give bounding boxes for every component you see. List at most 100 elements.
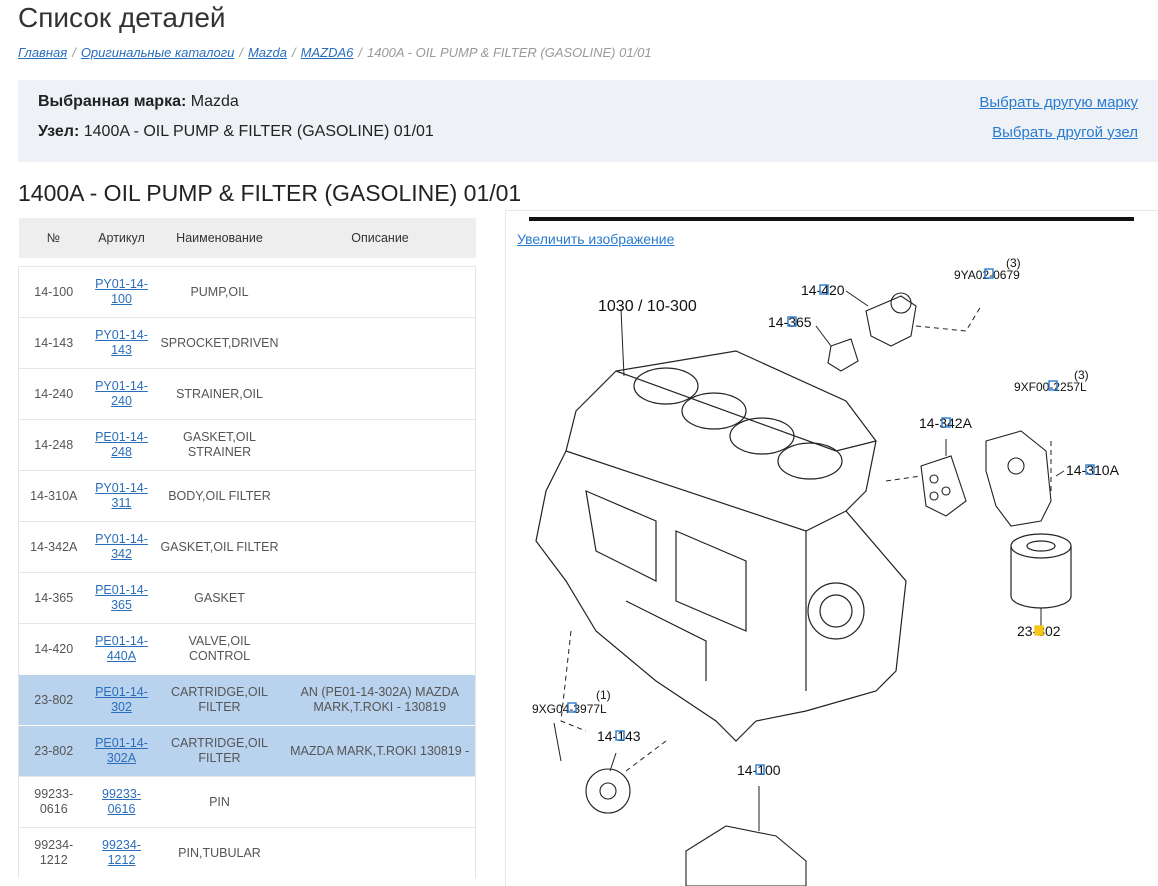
table-row[interactable]: 14-342A PY01-14-342 GASKET,OIL FILTER bbox=[18, 521, 476, 573]
cell-number: 14-420 bbox=[18, 623, 89, 675]
section-title: 1400A - OIL PUMP & FILTER (GASOLINE) 01/… bbox=[18, 180, 522, 206]
callout-9xg-qty: (1) bbox=[596, 688, 611, 702]
table-row[interactable]: 23-802 PE01-14-302 CARTRIDGE,OIL FILTER AN … bbox=[18, 674, 476, 726]
cell-article: PY01-14-311 bbox=[88, 470, 155, 522]
table-row[interactable]: 14-100 PY01-14-100 PUMP,OIL bbox=[18, 266, 476, 318]
cell-name: VALVE,OIL CONTROL bbox=[154, 623, 285, 675]
cell-article: 99234-1212 bbox=[88, 827, 155, 878]
cell-description bbox=[284, 827, 476, 878]
cell-article: PE01-14-248 bbox=[88, 419, 155, 471]
article-link[interactable]: PE01-14-365 bbox=[95, 583, 148, 612]
cell-description bbox=[284, 623, 476, 675]
column-header-name[interactable]: Наименование bbox=[154, 218, 285, 258]
cell-article: PE01-14-365 bbox=[88, 572, 155, 624]
cell-article: PY01-14-342 bbox=[88, 521, 155, 573]
article-link[interactable]: 99234-1212 bbox=[102, 838, 141, 867]
cell-number: 14-310A bbox=[18, 470, 89, 522]
cell-article: PY01-14-240 bbox=[88, 368, 155, 420]
table-row[interactable]: 99233-0616 99233-0616 PIN bbox=[18, 776, 476, 828]
article-link[interactable]: PY01-14-240 bbox=[95, 379, 148, 408]
callout-9ya02-0679[interactable]: 9YA02-0679 bbox=[954, 268, 1020, 282]
callout-block-ref[interactable]: 1030 / 10-300 bbox=[598, 298, 697, 315]
selected-node: Узел: 1400A - OIL PUMP & FILTER (GASOLIN… bbox=[38, 123, 434, 141]
cell-name: SPROCKET,DRIVEN bbox=[154, 317, 285, 369]
change-node-link[interactable]: Выбрать другой узел bbox=[992, 124, 1138, 141]
breadcrumb-separator: / bbox=[292, 45, 296, 60]
cell-article: PY01-14-100 bbox=[88, 266, 155, 318]
article-link[interactable]: 99233-0616 bbox=[102, 787, 141, 816]
cell-description bbox=[284, 266, 476, 318]
selected-brand-value: Mazda bbox=[190, 93, 239, 110]
breadcrumb-link-mazda[interactable]: Mazda bbox=[248, 45, 287, 60]
cell-description bbox=[284, 470, 476, 522]
table-spacer-cell bbox=[19, 258, 476, 267]
parts-diagram-image[interactable]: 1030 / 10-300 14-420 (3) 9YA02-0679 14-3… bbox=[506, 251, 1158, 886]
table-row[interactable]: 14-365 PE01-14-365 GASKET bbox=[18, 572, 476, 624]
selected-brand-label: Выбранная марка: bbox=[38, 93, 187, 110]
table-row[interactable]: 14-420 PE01-14-440A VALVE,OIL CONTROL bbox=[18, 623, 476, 675]
cell-number: 14-342A bbox=[18, 521, 89, 573]
cell-name: GASKET,OIL FILTER bbox=[154, 521, 285, 573]
cell-number: 23-802 bbox=[18, 674, 89, 726]
breadcrumb-link-catalogs[interactable]: Оригинальные каталоги bbox=[81, 45, 235, 60]
column-header-number[interactable]: № bbox=[18, 218, 89, 258]
callout-link-markers bbox=[567, 268, 1095, 775]
engine-block-drawing bbox=[535, 350, 907, 742]
article-link[interactable]: PY01-14-100 bbox=[95, 277, 148, 306]
breadcrumb-separator: / bbox=[72, 45, 76, 60]
table-spacer bbox=[19, 258, 476, 267]
callout-9xg04-3977l[interactable]: 9XG04-3977L bbox=[532, 702, 607, 716]
oil-control-valve-drawing bbox=[865, 292, 917, 347]
cell-name: PIN,TUBULAR bbox=[154, 827, 285, 878]
article-link[interactable]: PY01-14-311 bbox=[95, 481, 148, 510]
parts-diagram-panel: Увеличить изображение 1030 / 10-300 14-4… bbox=[505, 210, 1158, 886]
cell-number: 14-143 bbox=[18, 317, 89, 369]
table-row[interactable]: 14-310A PY01-14-311 BODY,OIL FILTER bbox=[18, 470, 476, 522]
selected-node-value: 1400A - OIL PUMP & FILTER (GASOLINE) 01/… bbox=[83, 123, 434, 140]
cell-article: 99233-0616 bbox=[88, 776, 155, 828]
callout-9xf00-2257l[interactable]: 9XF00-2257L bbox=[1014, 380, 1087, 394]
table-row[interactable]: 14-248 PE01-14-248 GASKET,OIL STRAINER bbox=[18, 419, 476, 471]
cell-description bbox=[284, 419, 476, 471]
zoom-image-link[interactable]: Увеличить изображение bbox=[517, 231, 674, 247]
sprocket-drawing bbox=[585, 768, 631, 814]
oil-filter-cartridge-drawing bbox=[1010, 533, 1072, 609]
table-row[interactable]: 23-802 PE01-14-302A CARTRIDGE,OIL FILTER MA… bbox=[18, 725, 476, 777]
cell-number: 14-248 bbox=[18, 419, 89, 471]
cell-description bbox=[284, 776, 476, 828]
article-link[interactable]: PY01-14-143 bbox=[95, 328, 148, 357]
cell-description bbox=[284, 317, 476, 369]
breadcrumb-link-mazda6[interactable]: MAZDA6 bbox=[301, 45, 354, 60]
parts-table: № Артикул Наименование Описание 14-100 PY… bbox=[18, 218, 476, 878]
column-header-article[interactable]: Артикул bbox=[88, 218, 155, 258]
cell-number: 99233-0616 bbox=[18, 776, 89, 828]
callout-marker-selected[interactable] bbox=[1034, 625, 1044, 636]
breadcrumb-link-home[interactable]: Главная bbox=[18, 45, 67, 60]
article-link[interactable]: PY01-14-342 bbox=[95, 532, 148, 561]
table-row[interactable]: 99234-1212 99234-1212 PIN,TUBULAR bbox=[18, 827, 476, 878]
cell-description: MAZDA MARK,T.ROKI 130819 - bbox=[284, 725, 476, 777]
article-link[interactable]: PE01-14-440A bbox=[95, 634, 148, 663]
oil-pump-drawing bbox=[685, 825, 807, 886]
cell-name: PUMP,OIL bbox=[154, 266, 285, 318]
cell-name: STRAINER,OIL bbox=[154, 368, 285, 420]
table-row[interactable]: 14-240 PY01-14-240 STRAINER,OIL bbox=[18, 368, 476, 420]
article-link[interactable]: PE01-14-248 bbox=[95, 430, 148, 459]
cell-name: GASKET bbox=[154, 572, 285, 624]
cell-name: BODY,OIL FILTER bbox=[154, 470, 285, 522]
cell-number: 14-240 bbox=[18, 368, 89, 420]
cell-number: 23-802 bbox=[18, 725, 89, 777]
page-title: Список деталей bbox=[18, 2, 226, 33]
cell-description: AN (PE01-14-302A) MAZDA MARK,T.ROKI - 13… bbox=[284, 674, 476, 726]
change-brand-link[interactable]: Выбрать другую марку bbox=[979, 94, 1138, 111]
table-header-row: № Артикул Наименование Описание bbox=[18, 218, 476, 258]
selected-node-label: Узел: bbox=[38, 123, 80, 140]
column-header-description[interactable]: Описание bbox=[284, 218, 476, 258]
selection-info-panel: Выбранная марка: Mazda Узел: 1400A - OIL… bbox=[18, 80, 1158, 162]
breadcrumb-current: 1400A - OIL PUMP & FILTER (GASOLINE) 01/… bbox=[366, 45, 652, 60]
article-link[interactable]: PE01-14-302 bbox=[95, 685, 148, 714]
cell-article: PY01-14-143 bbox=[88, 317, 155, 369]
table-row[interactable]: 14-143 PY01-14-143 SPROCKET,DRIVEN bbox=[18, 317, 476, 369]
article-link[interactable]: PE01-14-302A bbox=[95, 736, 148, 765]
selected-brand: Выбранная марка: Mazda bbox=[38, 93, 239, 111]
